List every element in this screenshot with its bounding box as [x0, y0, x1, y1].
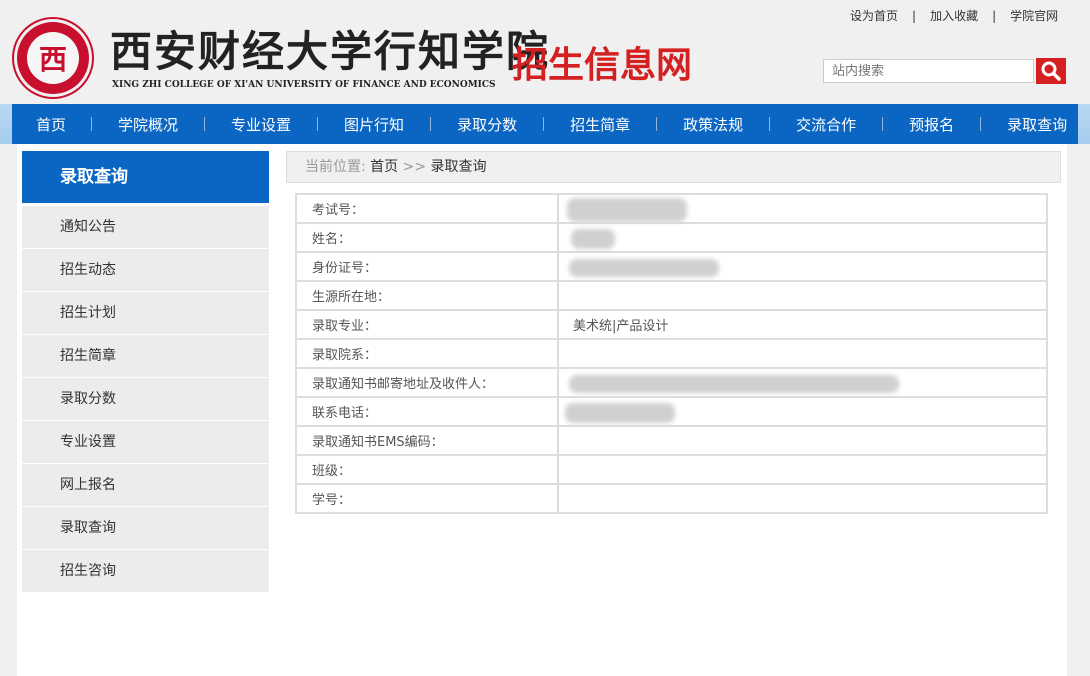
breadcrumb-current: 录取查询: [430, 159, 487, 175]
main-nav-bar: 首页 学院概况 专业设置 图片行知 录取分数 招生简章 政策法规 交流合作 预报…: [12, 104, 1078, 144]
nav-item-exchange[interactable]: 交流合作: [796, 114, 856, 135]
row-value-origin: [557, 280, 1048, 311]
redacted-value: [569, 259, 719, 277]
main-nav: 首页 学院概况 专业设置 图片行知 录取分数 招生简章 政策法规 交流合作 预报…: [0, 104, 1090, 144]
site-search-input[interactable]: [823, 59, 1034, 83]
row-value-id-number: [557, 251, 1048, 282]
nav-separator: [430, 117, 432, 131]
sidebar-item-majors[interactable]: 专业设置: [22, 421, 269, 463]
sidebar-item-admission-query[interactable]: 录取查询: [22, 507, 269, 549]
redacted-value: [565, 403, 675, 423]
nav-separator: [317, 117, 319, 131]
nav-item-policy[interactable]: 政策法规: [683, 114, 743, 135]
row-label-class: 班级：: [295, 454, 559, 485]
row-value-phone: [557, 396, 1048, 427]
school-name-english: XING ZHI COLLEGE OF XI'AN UNIVERSITY OF …: [112, 80, 496, 90]
row-label-id-number: 身份证号：: [295, 251, 559, 282]
top-link-separator: |: [912, 9, 917, 23]
row-value-student-id: [557, 483, 1048, 514]
sidebar-title: 录取查询: [22, 151, 269, 203]
table-row: 身份证号：: [295, 251, 1048, 282]
breadcrumb: 当前位置: 首页 >> 录取查询: [286, 151, 1061, 183]
nav-item-scores[interactable]: 录取分数: [457, 114, 517, 135]
redacted-value: [569, 375, 899, 393]
table-row: 姓名：: [295, 222, 1048, 253]
college-logo-seal[interactable]: 西: [17, 22, 89, 94]
row-value-class: [557, 454, 1048, 485]
college-site-link[interactable]: 学院官网: [1010, 9, 1058, 23]
redacted-value: [571, 229, 615, 249]
nav-item-gallery[interactable]: 图片行知: [344, 114, 404, 135]
row-label-mailing-address: 录取通知书邮寄地址及收件人：: [295, 367, 559, 398]
table-row: 录取通知书EMS编码：: [295, 425, 1048, 456]
sidebar-item-online-apply[interactable]: 网上报名: [22, 464, 269, 506]
top-link-separator: |: [992, 9, 997, 23]
row-label-exam-no: 考试号：: [295, 193, 559, 224]
table-row: 录取通知书邮寄地址及收件人：: [295, 367, 1048, 398]
sidebar-item-plan[interactable]: 招生计划: [22, 292, 269, 334]
row-label-phone: 联系电话：: [295, 396, 559, 427]
nav-separator: [91, 117, 93, 131]
table-row: 学号：: [295, 483, 1048, 514]
nav-separator: [769, 117, 771, 131]
sidebar-item-news[interactable]: 招生动态: [22, 249, 269, 291]
nav-item-home[interactable]: 首页: [36, 114, 66, 135]
nav-separator: [543, 117, 545, 131]
table-row: 联系电话：: [295, 396, 1048, 427]
row-label-student-id: 学号：: [295, 483, 559, 514]
header: 西 西安财经大学行知学院 XING ZHI COLLEGE OF XI'AN U…: [0, 0, 1090, 104]
table-row: 生源所在地：: [295, 280, 1048, 311]
nav-separator: [882, 117, 884, 131]
sidebar-item-notices[interactable]: 通知公告: [22, 206, 269, 248]
breadcrumb-separator: >>: [402, 159, 427, 175]
breadcrumb-home-link[interactable]: 首页: [370, 159, 398, 175]
row-label-major: 录取专业：: [295, 309, 559, 340]
table-row: 录取院系：: [295, 338, 1048, 369]
nav-item-brochure[interactable]: 招生简章: [570, 114, 630, 135]
table-row: 录取专业： 美术统|产品设计: [295, 309, 1048, 340]
school-name-calligraphy: 西安财经大学行知学院: [110, 27, 551, 76]
redacted-value: [567, 198, 687, 222]
row-value-major: 美术统|产品设计: [557, 309, 1048, 340]
row-value-mailing-address: [557, 367, 1048, 398]
row-label-origin: 生源所在地：: [295, 280, 559, 311]
search-icon: [1041, 61, 1061, 81]
nav-item-admission-query[interactable]: 录取查询: [1007, 114, 1067, 135]
table-row: 考试号：: [295, 193, 1048, 224]
set-homepage-link[interactable]: 设为首页: [850, 9, 898, 23]
row-value-department: [557, 338, 1048, 369]
top-links: 设为首页 | 加入收藏 | 学院官网: [850, 9, 1070, 23]
table-row: 班级：: [295, 454, 1048, 485]
row-value-name: [557, 222, 1048, 253]
sidebar-item-brochure[interactable]: 招生简章: [22, 335, 269, 377]
row-label-ems-code: 录取通知书EMS编码：: [295, 425, 559, 456]
nav-item-about[interactable]: 学院概况: [118, 114, 178, 135]
row-label-name: 姓名：: [295, 222, 559, 253]
site-name: 招生信息网: [512, 45, 693, 86]
row-value-ems-code: [557, 425, 1048, 456]
sidebar-item-scores[interactable]: 录取分数: [22, 378, 269, 420]
sidebar-item-consult[interactable]: 招生咨询: [22, 550, 269, 592]
add-favorite-link[interactable]: 加入收藏: [930, 9, 978, 23]
nav-separator: [204, 117, 206, 131]
nav-item-majors[interactable]: 专业设置: [231, 114, 291, 135]
breadcrumb-prefix: 当前位置:: [305, 159, 366, 175]
logo-seal-char: 西: [27, 32, 79, 84]
nav-item-preregister[interactable]: 预报名: [909, 114, 954, 135]
admission-result-table: 考试号： 姓名： 身份证号： 生源所在地： 录取专业： 美术统|产品设计 录取院…: [295, 193, 1048, 514]
search-button[interactable]: [1036, 58, 1066, 84]
row-value-exam-no: [557, 193, 1048, 224]
row-label-department: 录取院系：: [295, 338, 559, 369]
nav-separator: [656, 117, 658, 131]
nav-separator: [980, 117, 982, 131]
